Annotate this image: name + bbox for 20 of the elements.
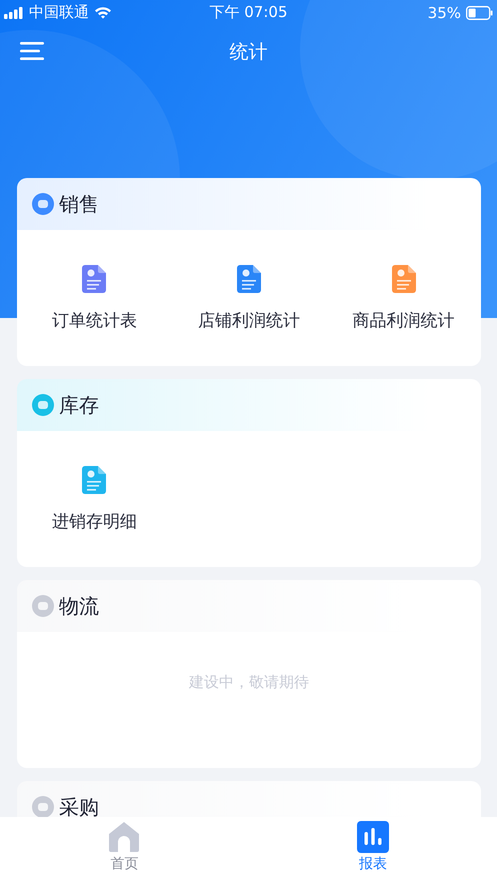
menu-button[interactable] xyxy=(20,41,44,61)
battery-percent: 35% xyxy=(428,4,461,22)
home-icon xyxy=(108,821,140,853)
section-title: 库存 xyxy=(59,392,99,418)
report-item[interactable]: 进销存明细 xyxy=(17,431,172,567)
carrier-name: 中国联通 xyxy=(29,3,89,22)
bar-chart-icon xyxy=(356,821,389,853)
wifi-icon xyxy=(94,6,112,19)
signal-icon xyxy=(4,6,24,18)
page-title: 统计 xyxy=(230,40,268,64)
report-item[interactable]: 商品利润统计 xyxy=(326,230,481,366)
status-time: 下午 07:05 xyxy=(210,3,288,22)
report-item[interactable]: 订单统计表 xyxy=(17,230,172,366)
section-title: 物流 xyxy=(59,592,99,620)
section-title: 采购 xyxy=(59,794,99,817)
report-item[interactable]: 店铺利润统计 xyxy=(172,230,326,366)
section-title: 销售 xyxy=(59,190,99,218)
tab-item[interactable]: 报表 xyxy=(248,817,497,883)
battery-icon xyxy=(466,6,493,20)
menu-icon xyxy=(20,41,44,61)
